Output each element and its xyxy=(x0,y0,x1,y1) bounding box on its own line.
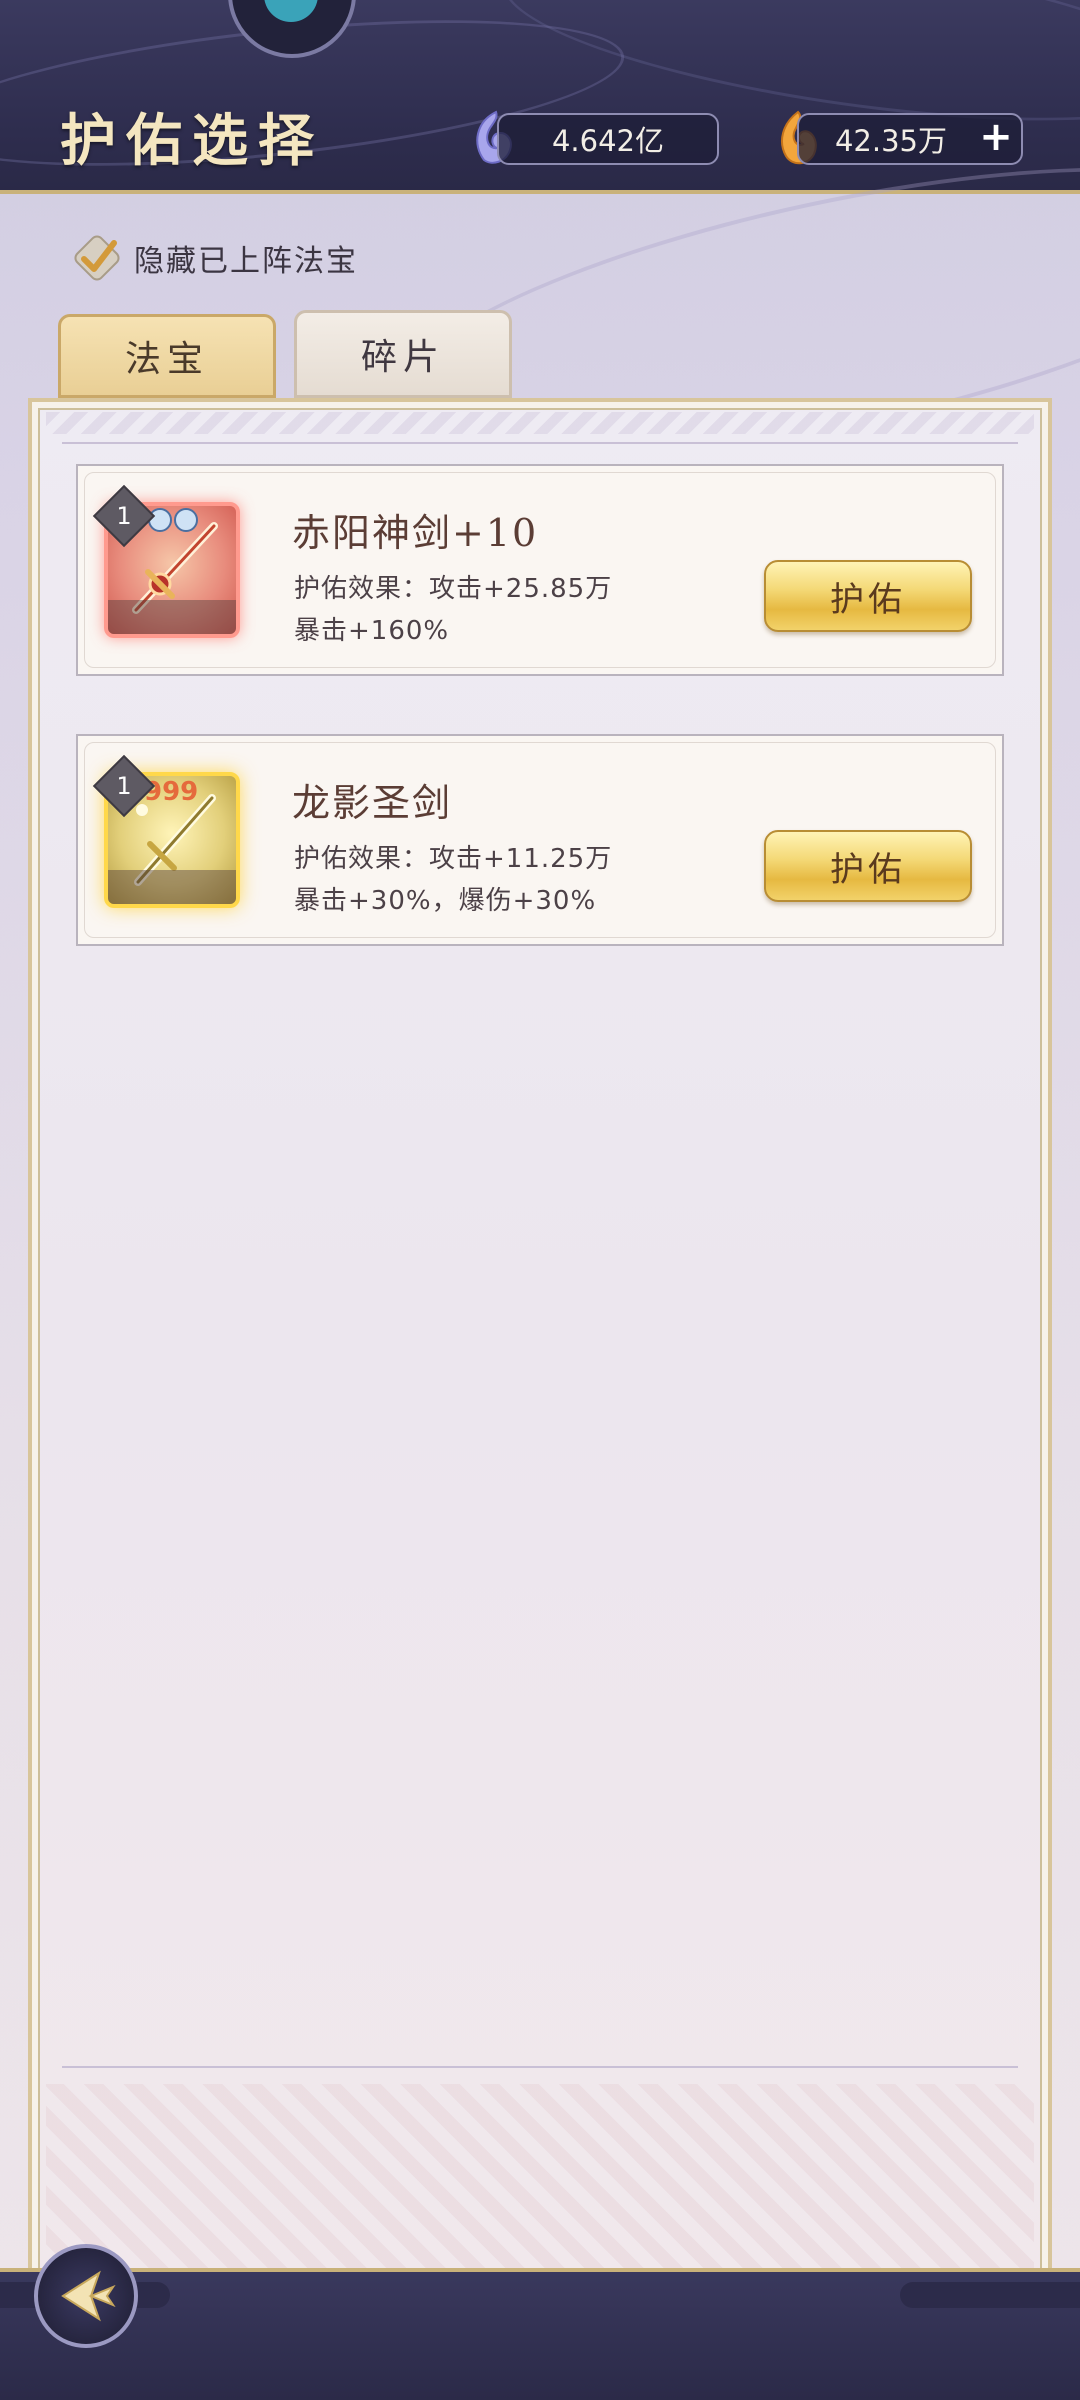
yin-yang-icon xyxy=(148,508,198,532)
back-arrow-icon xyxy=(61,2270,116,2322)
page-title: 护佑选择 xyxy=(60,108,324,174)
protect-button[interactable]: 护佑 xyxy=(764,830,972,902)
icon-footer-strip xyxy=(108,600,236,634)
protect-button[interactable]: 护佑 xyxy=(764,560,972,632)
item-effect-primary: 护佑效果：攻击+25.85万 xyxy=(294,574,613,604)
panel-pattern-decoration xyxy=(46,2084,1034,2284)
flame-currency-value: 42.35万 xyxy=(834,124,948,158)
icon-footer-strip xyxy=(108,870,236,904)
item-effect-secondary: 暴击+30%，爆伤+30% xyxy=(294,886,597,916)
divider xyxy=(0,2268,1080,2272)
quality-mark-icon: 999 xyxy=(144,777,198,804)
jade-currency-display: 4.642亿 xyxy=(497,113,719,165)
item-name: 龙影圣剑 xyxy=(292,781,453,825)
top-header: 护佑选择 4.642亿 42.35万 + xyxy=(0,0,1080,194)
hide-deployed-label: 隐藏已上阵法宝 xyxy=(134,244,358,279)
tab-treasure[interactable]: 法宝 xyxy=(58,314,276,398)
item-name: 赤阳神剑+10 xyxy=(292,511,539,555)
hide-deployed-toggle[interactable]: 隐藏已上阵法宝 xyxy=(72,230,358,286)
panel-pattern-decoration xyxy=(46,412,1034,434)
divider xyxy=(62,442,1018,444)
list-item: 1 赤阳神剑+10 护佑效果：攻击+25.85万 暴击+160% 护佑 xyxy=(76,464,1004,676)
item-list-panel xyxy=(28,398,1052,2298)
item-effect-secondary: 暴击+160% xyxy=(294,616,450,646)
tab-fragments[interactable]: 碎片 xyxy=(294,310,512,398)
level-number: 1 xyxy=(116,502,132,530)
list-item: 999 1 龙影圣剑 护佑效果：攻击+11.25万 暴击+30%，爆伤+30% … xyxy=(76,734,1004,946)
divider xyxy=(62,2066,1018,2068)
back-button[interactable] xyxy=(34,2244,138,2348)
bottom-bar-decoration xyxy=(900,2282,1080,2308)
item-effect-primary: 护佑效果：攻击+11.25万 xyxy=(294,844,613,874)
checkbox-checked-icon[interactable] xyxy=(72,233,122,283)
svg-text:999: 999 xyxy=(144,777,198,804)
level-number: 1 xyxy=(116,772,132,800)
add-currency-button[interactable]: + xyxy=(975,116,1017,158)
